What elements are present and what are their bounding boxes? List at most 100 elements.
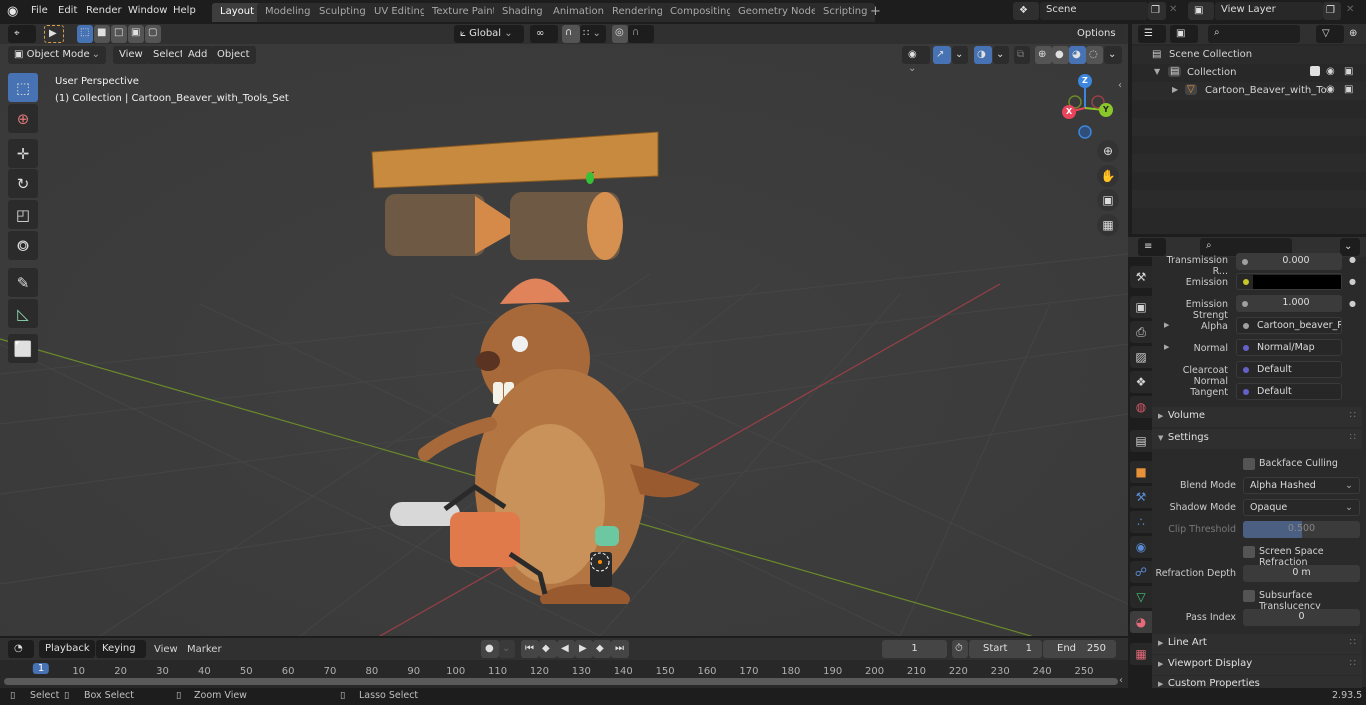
tab-modifiers[interactable]: ⚒ <box>1130 486 1152 508</box>
properties-editor-type-button[interactable]: ≡ <box>1138 238 1166 256</box>
scene-name-field[interactable]: Scene <box>1040 2 1148 20</box>
outliner-row-collection[interactable]: ▼ ▤ Collection ◉ ▣ <box>1132 64 1366 82</box>
pass-index-field[interactable]: 0 <box>1243 609 1360 626</box>
play-button[interactable]: ▶ <box>575 640 593 658</box>
perspective-toggle-button[interactable]: ▦ <box>1097 214 1119 236</box>
shading-material-preview[interactable]: ◕ <box>1069 46 1086 64</box>
menu-edit[interactable]: Edit <box>58 5 77 16</box>
drag-handle-icon[interactable]: ∷ <box>1350 432 1356 443</box>
tab-object-data[interactable]: ▽ <box>1130 586 1152 608</box>
transform-orientation-dropdown[interactable]: ⟀ Global <box>454 25 524 43</box>
expand-arrow-icon[interactable]: ▼ <box>1154 67 1160 76</box>
tab-render[interactable]: ▣ <box>1130 296 1152 318</box>
tab-texture[interactable]: ▦ <box>1130 643 1152 665</box>
editor-type-button[interactable]: ⌖ <box>8 25 36 43</box>
falloff-dropdown[interactable]: ∩ <box>628 25 654 43</box>
tab-shading[interactable]: Shading <box>494 3 551 22</box>
timeline-menu-marker[interactable]: Marker <box>187 644 222 655</box>
outliner-search-input[interactable]: ⌕ <box>1208 25 1300 43</box>
keying-set-dropdown[interactable]: ⌄ <box>499 640 515 658</box>
select-mode-extend-button[interactable]: ■ <box>94 25 110 43</box>
tab-world[interactable]: ◍ <box>1130 396 1152 418</box>
tab-modeling[interactable]: Modeling <box>257 3 319 22</box>
tool-measure[interactable]: ◺ <box>8 299 38 328</box>
menu-render[interactable]: Render <box>86 5 122 16</box>
sidebar-toggle-icon[interactable]: ‹ <box>1118 80 1122 91</box>
xray-toggle[interactable]: ⧉ <box>1014 46 1030 64</box>
expand-arrow-icon[interactable]: ▶ <box>1172 85 1178 94</box>
tool-add-cube[interactable]: ⬜ <box>8 334 38 363</box>
exclude-checkbox[interactable] <box>1310 66 1320 76</box>
tab-animation[interactable]: Animation <box>545 3 612 22</box>
tool-rotate[interactable]: ↻ <box>8 169 38 198</box>
timeline-menu-view[interactable]: View <box>154 644 178 655</box>
scene-browse-button[interactable]: ❖ <box>1013 2 1039 20</box>
new-scene-button[interactable]: ❐ <box>1148 2 1166 20</box>
refraction-depth-field[interactable]: 0 m <box>1243 565 1360 582</box>
jump-to-next-keyframe-button[interactable]: ◆ <box>593 640 611 658</box>
eye-icon[interactable]: ◉ <box>1326 66 1335 77</box>
tool-transform[interactable]: ⭗ <box>8 231 38 260</box>
drag-handle-icon[interactable]: ∷ <box>1350 637 1356 648</box>
tab-sculpting[interactable]: Sculpting <box>311 3 374 22</box>
panel-settings[interactable]: ▼ Settings ∷ <box>1152 429 1362 449</box>
new-collection-button[interactable]: ⊕ <box>1346 25 1364 43</box>
view-layer-name-field[interactable]: View Layer <box>1215 2 1323 20</box>
tab-texture-paint[interactable]: Texture Paint <box>424 3 505 22</box>
select-mode-invert-button[interactable]: ▣ <box>128 25 144 43</box>
menu-add[interactable]: Add <box>182 46 214 64</box>
alpha-link-field[interactable]: Cartoon_beaver_Re... <box>1236 317 1342 334</box>
timeline-scrollbar[interactable] <box>4 678 1118 685</box>
camera-render-icon[interactable]: ▣ <box>1344 84 1353 95</box>
tab-compositing[interactable]: Compositing <box>662 3 741 22</box>
overlays-dropdown[interactable]: ⌄ <box>993 46 1009 64</box>
snap-toggle[interactable]: ∩ <box>562 25 580 43</box>
pivot-point-dropdown[interactable]: ∞ <box>530 25 558 43</box>
shading-dropdown[interactable]: ⌄ <box>1104 46 1122 64</box>
jump-to-end-button[interactable]: ⏭ <box>611 640 629 658</box>
tab-output[interactable]: ⎙ <box>1130 321 1152 343</box>
tab-physics[interactable]: ◉ <box>1130 536 1152 558</box>
play-reverse-button[interactable]: ◀ <box>557 640 575 658</box>
add-workspace-button[interactable]: + <box>870 4 881 19</box>
screen-space-refraction-checkbox[interactable] <box>1243 546 1255 558</box>
view-layer-browse-button[interactable]: ▣ <box>1188 2 1214 20</box>
3d-viewport[interactable]: User Perspective (1) Collection | Cartoo… <box>0 44 1128 636</box>
panel-line-art[interactable]: ▶ Line Art ∷ <box>1152 634 1362 654</box>
start-frame-field[interactable]: Start 1 <box>969 640 1042 658</box>
timeline-sidebar-toggle-icon[interactable]: ‹ <box>1119 675 1123 686</box>
tab-material[interactable]: ◕ <box>1130 611 1152 633</box>
delete-scene-icon[interactable]: ✕ <box>1169 4 1177 15</box>
keying-dropdown[interactable]: Keying <box>96 640 146 658</box>
delete-view-layer-icon[interactable]: ✕ <box>1346 4 1354 15</box>
pan-view-button[interactable]: ✋ <box>1097 165 1119 187</box>
select-mode-intersect-button[interactable]: ▢ <box>145 25 161 43</box>
preview-range-toggle[interactable]: ⏱ <box>952 640 968 658</box>
outliner-row-object[interactable]: ▶ ▽ Cartoon_Beaver_with_To ◉ ▣ <box>1132 82 1366 100</box>
outliner-editor-type-button[interactable]: ☰ <box>1138 25 1166 43</box>
eye-icon[interactable]: ◉ <box>1326 84 1335 95</box>
active-tool-button[interactable]: ▶ <box>44 25 64 43</box>
proportional-edit-toggle[interactable]: ◎ <box>612 25 628 43</box>
menu-file[interactable]: File <box>31 5 48 16</box>
tab-collection[interactable]: ▤ <box>1130 430 1152 452</box>
tab-object[interactable]: ■ <box>1130 461 1152 483</box>
tab-constraints[interactable]: ☍ <box>1130 561 1152 583</box>
shading-solid[interactable]: ● <box>1052 46 1069 64</box>
tool-annotate[interactable]: ✎ <box>8 268 38 297</box>
options-dropdown[interactable]: Options <box>1071 25 1123 43</box>
gizmo-dropdown[interactable]: ⌄ <box>952 46 968 64</box>
emission-color-field[interactable] <box>1236 273 1342 290</box>
zoom-view-button[interactable]: ⊕ <box>1097 140 1119 162</box>
transmission-roughness-field[interactable]: 0.000 <box>1236 253 1342 270</box>
playback-dropdown[interactable]: Playback <box>39 640 95 658</box>
auto-keying-toggle[interactable]: ● <box>481 640 499 658</box>
menu-view[interactable]: View <box>113 46 149 64</box>
end-frame-field[interactable]: End 250 <box>1043 640 1116 658</box>
menu-help[interactable]: Help <box>173 5 196 16</box>
tangent-field[interactable]: Default <box>1236 383 1342 400</box>
current-frame-field[interactable]: 1 <box>882 640 947 658</box>
panel-custom-properties[interactable]: ▶ Custom Properties <box>1152 676 1362 688</box>
emission-strength-field[interactable]: 1.000 <box>1236 295 1342 312</box>
tool-move[interactable]: ✛ <box>8 139 38 168</box>
